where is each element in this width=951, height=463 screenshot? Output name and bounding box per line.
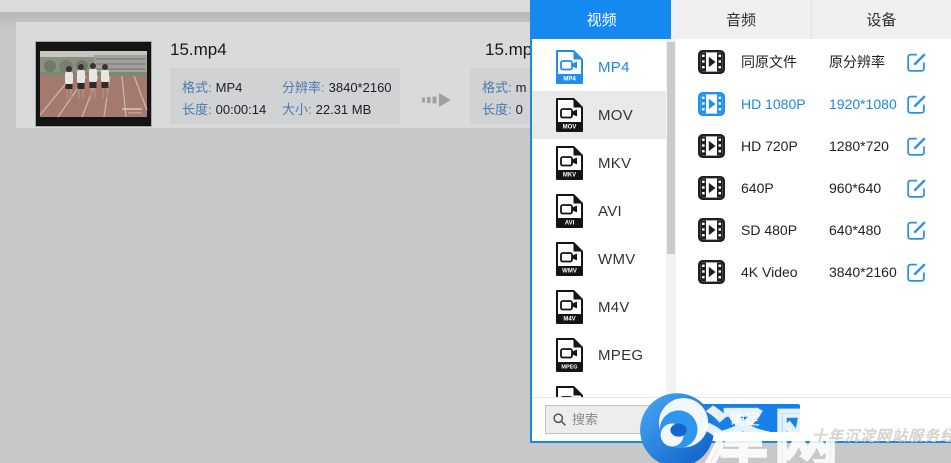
preset-resolution: 640*480 <box>829 222 906 238</box>
search-box[interactable] <box>545 405 676 434</box>
duration-value: 00:00:14 <box>216 102 267 117</box>
format-item-label: MKV <box>598 155 631 172</box>
file-type-icon: MKV <box>556 146 583 180</box>
target-duration-value: 0 <box>516 102 523 117</box>
svg-text:MKV: MKV <box>563 173 576 179</box>
target-format-value: m <box>516 80 527 95</box>
format-item-avi[interactable]: AVI AVI <box>532 187 666 235</box>
preset-name: HD 720P <box>741 138 829 154</box>
preset-resolution: 1280*720 <box>829 138 906 154</box>
preset-resolution: 1920*1080 <box>829 96 906 112</box>
preset-resolution: 960*640 <box>829 180 906 196</box>
format-list: MP4 MP4 MOV MOV MKV MKV AVI AVI WMV WMV … <box>532 39 666 397</box>
popup-bottom-bar: 确定 <box>532 397 951 441</box>
target-duration-label: 长度: <box>482 102 512 117</box>
format-item-label: MP4 <box>598 59 630 76</box>
file-type-icon: MOV <box>556 98 583 132</box>
resolution-label: 分辨率: <box>282 80 325 95</box>
resolution-value: 3840*2160 <box>329 80 392 95</box>
preset-name: 同原文件 <box>741 52 829 72</box>
svg-text:M4V: M4V <box>563 317 575 323</box>
preset-name: 4K Video <box>741 264 829 280</box>
preset-same-as-source[interactable]: 同原文件 原分辨率 <box>676 41 951 83</box>
film-icon <box>698 50 725 74</box>
format-item-mp4[interactable]: MP4 MP4 <box>532 43 666 91</box>
scrollbar-thumb[interactable] <box>667 42 675 254</box>
film-icon <box>698 134 725 158</box>
format-item-m4v[interactable]: M4V M4V <box>532 283 666 331</box>
confirm-button[interactable]: 确定 <box>690 404 800 432</box>
film-icon <box>698 218 725 242</box>
preset-resolution: 3840*2160 <box>829 264 906 280</box>
edit-preset-icon[interactable] <box>906 52 927 73</box>
film-icon <box>698 176 725 200</box>
format-item-label: M4V <box>598 299 630 316</box>
tab-video[interactable]: 视频 <box>532 0 671 39</box>
file-type-icon: AVI <box>556 194 583 228</box>
target-file-title: 15.mp <box>485 40 532 60</box>
edit-preset-icon[interactable] <box>906 220 927 241</box>
format-list-scrollbar[interactable] <box>666 39 676 397</box>
convert-arrow-icon <box>422 90 452 110</box>
edit-preset-icon[interactable] <box>906 262 927 283</box>
format-item-label: AVI <box>598 203 622 220</box>
tab-audio[interactable]: 音频 <box>671 0 810 39</box>
preset-name: 640P <box>741 180 829 196</box>
film-icon <box>698 92 725 116</box>
format-item-mpeg[interactable]: MPEG MPEG <box>532 331 666 379</box>
format-item-mov[interactable]: MOV MOV <box>532 91 666 139</box>
tab-device[interactable]: 设备 <box>811 0 951 39</box>
file-type-icon: MPEG <box>556 338 583 372</box>
file-type-icon: WMV <box>556 242 583 276</box>
file-type-icon <box>556 386 583 397</box>
target-format-label: 格式: <box>482 80 512 95</box>
preset-640p[interactable]: 640P 960*640 <box>676 167 951 209</box>
svg-text:MOV: MOV <box>563 125 577 131</box>
output-format-popup: 视频 音频 设备 MP4 MP4 MOV MOV MKV MKV AVI AVI… <box>530 0 951 443</box>
format-value: MP4 <box>216 80 243 95</box>
format-item-label: MPEG <box>598 347 643 364</box>
preset-sd-480p[interactable]: SD 480P 640*480 <box>676 209 951 251</box>
search-input[interactable] <box>572 412 662 427</box>
search-icon <box>552 412 567 427</box>
duration-label: 长度: <box>182 102 212 117</box>
file-type-icon: M4V <box>556 290 583 324</box>
edit-preset-icon[interactable] <box>906 94 927 115</box>
size-label: 大小: <box>282 102 312 117</box>
svg-text:MPEG: MPEG <box>561 365 577 371</box>
popup-tabs: 视频 音频 设备 <box>532 0 951 39</box>
preset-name: SD 480P <box>741 222 829 238</box>
svg-text:MP4: MP4 <box>563 77 576 83</box>
edit-preset-icon[interactable] <box>906 178 927 199</box>
preset-hd-720p[interactable]: HD 720P 1280*720 <box>676 125 951 167</box>
preset-hd-1080p[interactable]: HD 1080P 1920*1080 <box>676 83 951 125</box>
video-thumbnail <box>35 41 152 127</box>
format-label: 格式: <box>182 80 212 95</box>
preset-resolution: 原分辨率 <box>829 52 906 72</box>
format-item-wmv[interactable]: WMV WMV <box>532 235 666 283</box>
size-value: 22.31 MB <box>316 102 372 117</box>
source-info-box: 格式: MP4 分辨率: 3840*2160 长度: 00:00:14 大小: 22.3… <box>170 68 400 124</box>
source-file-title: 15.mp4 <box>170 40 227 60</box>
file-type-icon: MP4 <box>556 50 583 84</box>
format-item-label: WMV <box>598 251 636 268</box>
film-icon <box>698 260 725 284</box>
svg-text:AVI: AVI <box>565 221 575 227</box>
preset-panel: 同原文件 原分辨率 HD 1080P 1920*1080 HD 720P 128… <box>676 39 951 397</box>
preset-4k-video[interactable]: 4K Video 3840*2160 <box>676 251 951 293</box>
edit-preset-icon[interactable] <box>906 136 927 157</box>
preset-name: HD 1080P <box>741 96 829 112</box>
format-item-partial[interactable] <box>532 379 666 397</box>
format-item-mkv[interactable]: MKV MKV <box>532 139 666 187</box>
svg-text:WMV: WMV <box>562 269 577 275</box>
format-item-label: MOV <box>598 107 633 124</box>
